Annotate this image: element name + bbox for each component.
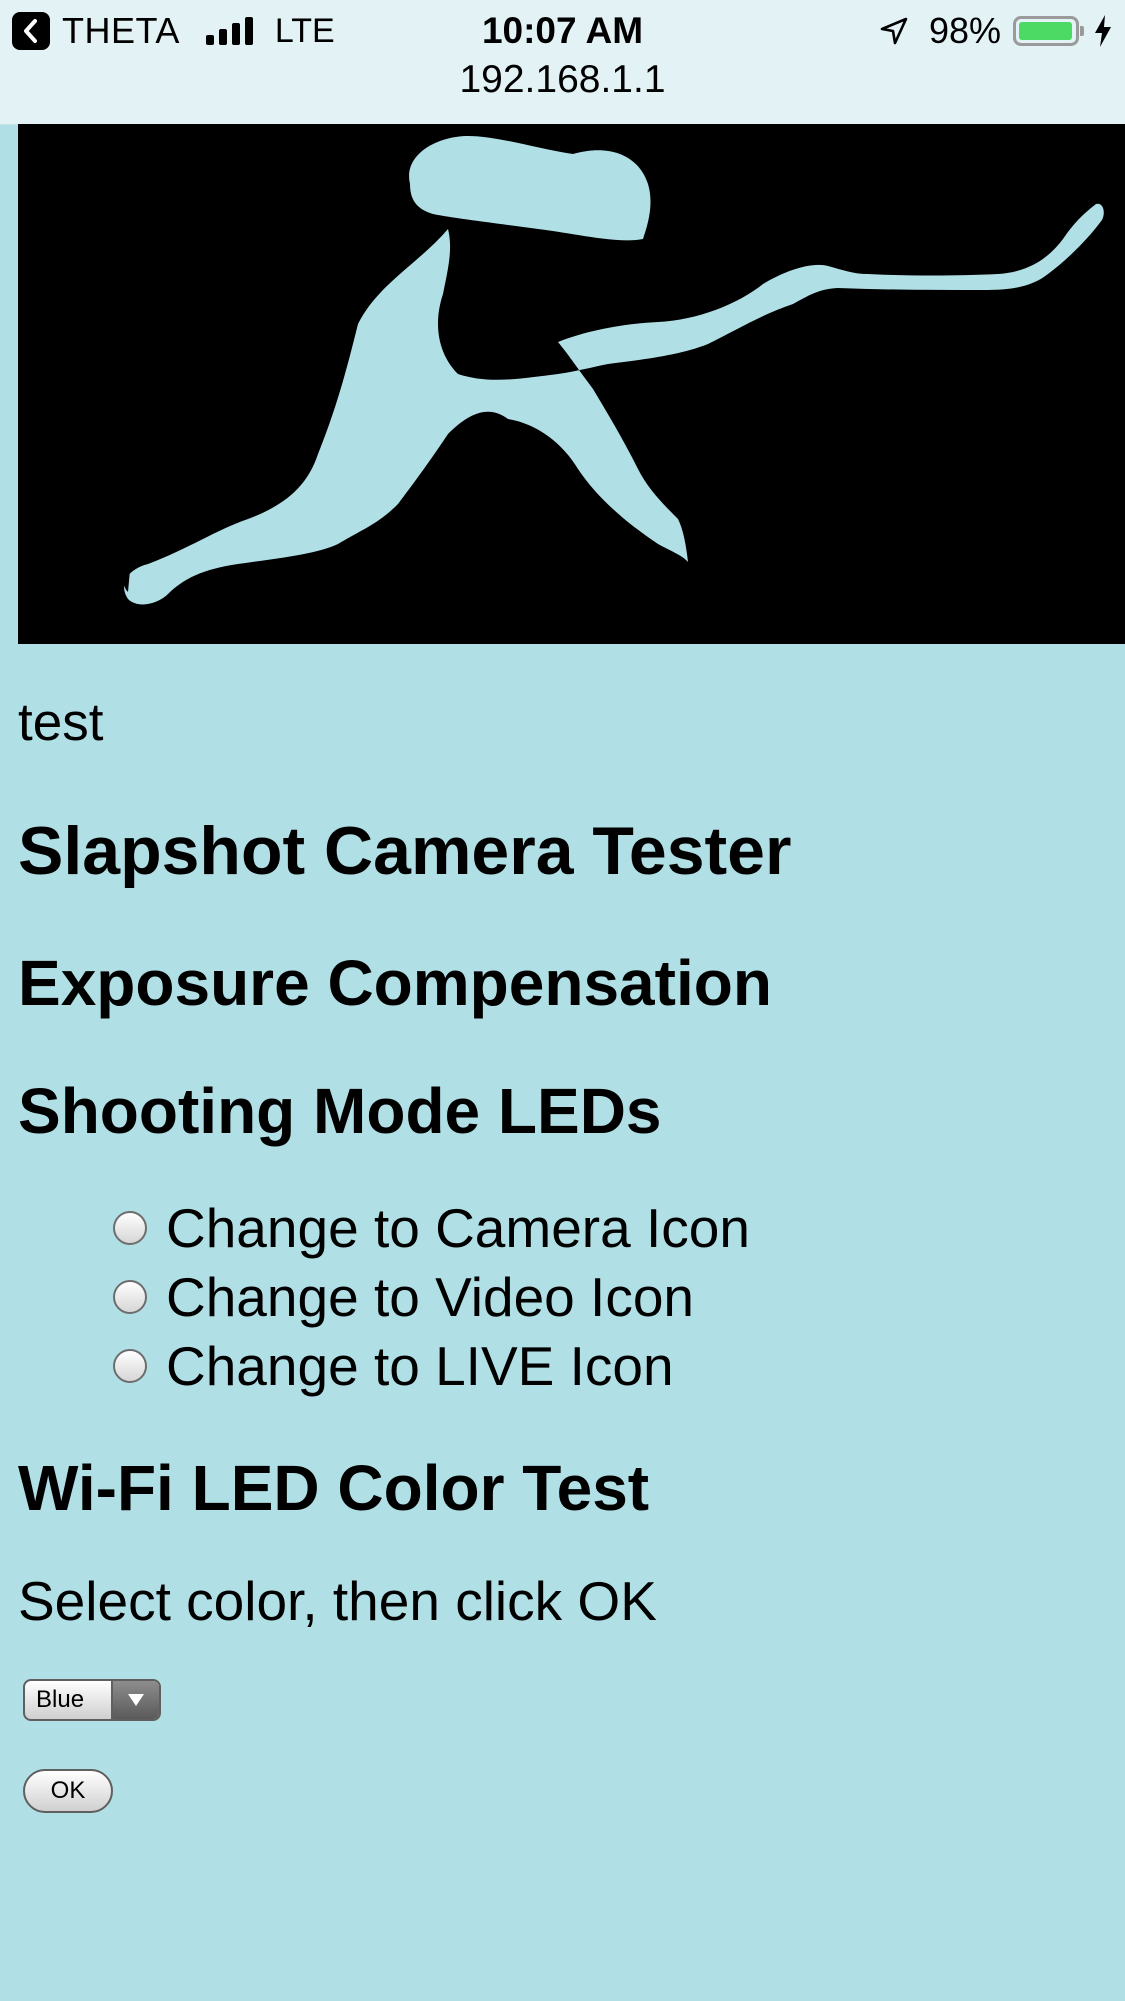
page-title: Slapshot Camera Tester: [18, 813, 792, 889]
radio-option-live[interactable]: Change to LIVE Icon: [113, 1331, 1125, 1400]
location-arrow-icon: [879, 16, 909, 46]
page-url[interactable]: 192.168.1.1: [0, 58, 1125, 102]
radio-option-camera[interactable]: Change to Camera Icon: [113, 1193, 1125, 1262]
wifi-instruction-text: Select color, then click OK: [18, 1570, 657, 1632]
exposure-compensation-heading: Exposure Compensation: [18, 947, 772, 1019]
hockey-player-silhouette-icon: [123, 136, 1104, 605]
battery-icon: [1013, 16, 1084, 46]
radio-label[interactable]: Change to LIVE Icon: [166, 1334, 674, 1398]
color-select[interactable]: Blue: [23, 1679, 161, 1721]
wifi-led-color-test-heading: Wi-Fi LED Color Test: [18, 1452, 650, 1524]
radio-label[interactable]: Change to Video Icon: [166, 1265, 694, 1329]
charging-bolt-icon: [1093, 14, 1113, 48]
shooting-mode-leds-heading: Shooting Mode LEDs: [18, 1075, 662, 1147]
radio-button[interactable]: [113, 1210, 147, 1245]
status-bar: THETA LTE 10:07 AM 98% 192.168.1.1: [0, 0, 1125, 125]
chevron-down-icon[interactable]: [111, 1681, 159, 1719]
shooting-mode-options: Change to Camera Icon Change to Video Ic…: [113, 1193, 1125, 1400]
banner-image: [18, 124, 1125, 644]
radio-label[interactable]: Change to Camera Icon: [166, 1196, 750, 1260]
color-select-value[interactable]: Blue: [25, 1681, 111, 1719]
status-right: 98%: [879, 10, 1113, 52]
page-content: test Slapshot Camera Tester Exposure Com…: [18, 644, 1125, 1813]
intro-text: test: [18, 693, 104, 752]
ok-button[interactable]: OK: [23, 1769, 113, 1813]
battery-percentage: 98%: [928, 10, 1001, 51]
battery-level-fill: [1019, 22, 1072, 40]
radio-option-video[interactable]: Change to Video Icon: [113, 1262, 1125, 1331]
radio-button[interactable]: [113, 1279, 147, 1314]
radio-button[interactable]: [113, 1348, 147, 1383]
